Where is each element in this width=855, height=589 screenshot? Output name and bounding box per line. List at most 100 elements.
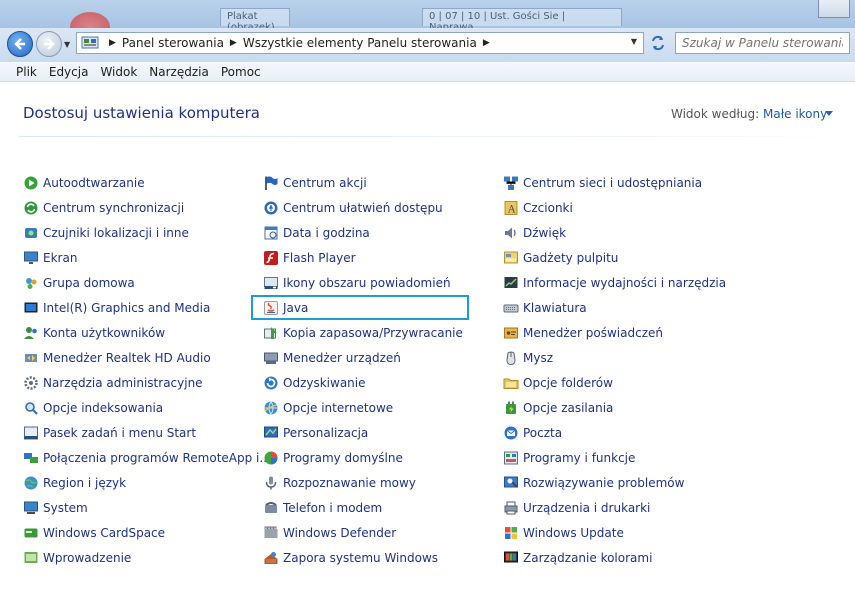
forward-button[interactable] bbox=[36, 31, 62, 57]
firewall-icon bbox=[263, 550, 279, 566]
region-language-icon bbox=[23, 475, 39, 491]
breadcrumb-control-panel[interactable]: Panel sterowania bbox=[122, 36, 224, 50]
control-panel-item[interactable]: Opcje indeksowania bbox=[23, 395, 271, 420]
control-panel-item[interactable]: Intel(R) Graphics and Media bbox=[23, 295, 271, 320]
control-panel-item[interactable]: A Czcionki bbox=[503, 195, 726, 220]
chevron-down-icon[interactable] bbox=[825, 111, 833, 116]
control-panel-item-label: Windows Update bbox=[523, 525, 624, 540]
control-panel-item[interactable]: Ekran bbox=[23, 245, 271, 270]
control-panel-item-label: Opcje folderów bbox=[523, 375, 613, 390]
control-panel-item[interactable]: Centrum sieci i udostępniania bbox=[503, 170, 726, 195]
control-panel-item[interactable]: Mysz bbox=[503, 345, 726, 370]
back-button[interactable] bbox=[7, 31, 33, 57]
control-panel-item[interactable]: Centrum ułatwień dostępu bbox=[263, 195, 463, 220]
control-panel-item[interactable]: Programy i funkcje bbox=[503, 445, 726, 470]
control-panel-item[interactable]: Urządzenia i drukarki bbox=[503, 495, 726, 520]
control-panel-item-label: Połączenia programów RemoteApp i... bbox=[43, 450, 271, 465]
control-panel-item-label: Opcje internetowe bbox=[283, 400, 394, 415]
control-panel-item[interactable]: Menedżer poświadczeń bbox=[503, 320, 726, 345]
control-panel-item[interactable]: Opcje internetowe bbox=[263, 395, 463, 420]
control-panel-item[interactable]: Zarządzanie kolorami bbox=[503, 545, 726, 570]
control-panel-item-label: Windows Defender bbox=[283, 525, 397, 540]
control-panel-item-label: Centrum synchronizacji bbox=[43, 200, 185, 215]
control-panel-item-label: Ekran bbox=[43, 250, 78, 265]
control-panel-item[interactable]: Konta użytkowników bbox=[23, 320, 271, 345]
control-panel-item[interactable]: Programy domyślne bbox=[263, 445, 463, 470]
system-icon bbox=[23, 500, 39, 516]
control-panel-item-label: Czcionki bbox=[523, 200, 573, 215]
control-panel-item[interactable]: Wprowadzenie bbox=[23, 545, 271, 570]
breadcrumb-all-items[interactable]: Wszystkie elementy Panelu sterowania bbox=[243, 36, 477, 50]
control-panel-item[interactable]: Autoodtwarzanie bbox=[23, 170, 271, 195]
control-panel-item[interactable]: Rozpoznawanie mowy bbox=[263, 470, 463, 495]
control-panel-item[interactable]: Region i język bbox=[23, 470, 271, 495]
control-panel-item[interactable]: System bbox=[23, 495, 271, 520]
page-title: Dostosuj ustawienia komputera bbox=[23, 104, 260, 122]
admin-tools-icon bbox=[23, 375, 39, 391]
breadcrumb-separator[interactable]: ▶ bbox=[109, 38, 116, 48]
keyboard-icon bbox=[503, 300, 519, 316]
control-panel-item[interactable]: Menedżer Realtek HD Audio bbox=[23, 345, 271, 370]
recent-pages-dropdown[interactable]: ▼ bbox=[64, 40, 70, 49]
control-panel-item[interactable]: Flash Player bbox=[263, 245, 463, 270]
address-bar[interactable]: ▶ Panel sterowania ▶ Wszystkie elementy … bbox=[76, 32, 644, 54]
menu-tools[interactable]: Narzędzia bbox=[143, 65, 215, 79]
items-column-1: Autoodtwarzanie Centrum synchronizacji Czu… bbox=[23, 170, 271, 570]
window-title-bar: Plakat (obrazek) 0 | 07 | 10 | Ust. Gośc… bbox=[0, 0, 855, 42]
control-panel-item[interactable]: Grupa domowa bbox=[23, 270, 271, 295]
control-panel-item[interactable]: Pasek zadań i menu Start bbox=[23, 420, 271, 445]
control-panel-item[interactable]: Windows Update bbox=[503, 520, 726, 545]
sound-icon bbox=[503, 225, 519, 241]
fonts-icon: A bbox=[503, 200, 519, 216]
breadcrumb-separator[interactable]: ▶ bbox=[230, 38, 237, 48]
menu-file[interactable]: Plik bbox=[10, 65, 43, 79]
location-sensor-icon bbox=[23, 225, 39, 241]
control-panel-item[interactable]: Kopia zapasowa/Przywracanie bbox=[263, 320, 463, 345]
control-panel-item[interactable]: Rozwiązywanie problemów bbox=[503, 470, 726, 495]
control-panel-item[interactable]: Windows CardSpace bbox=[23, 520, 271, 545]
control-panel-item[interactable]: Centrum synchronizacji bbox=[23, 195, 271, 220]
taskbar-icon bbox=[23, 425, 39, 441]
control-panel-item[interactable]: Czujniki lokalizacji i inne bbox=[23, 220, 271, 245]
menu-view[interactable]: Widok bbox=[94, 65, 143, 79]
folder-options-icon bbox=[503, 375, 519, 391]
control-panel-item-label: Czujniki lokalizacji i inne bbox=[43, 225, 189, 240]
getting-started-icon bbox=[23, 550, 39, 566]
control-panel-item-label: Urządzenia i drukarki bbox=[523, 500, 651, 515]
control-panel-item[interactable]: Odzyskiwanie bbox=[263, 370, 463, 395]
control-panel-item[interactable]: Data i godzina bbox=[263, 220, 463, 245]
control-panel-item-label: Flash Player bbox=[283, 250, 356, 265]
menu-help[interactable]: Pomoc bbox=[215, 65, 267, 79]
menu-edit[interactable]: Edycja bbox=[43, 65, 95, 79]
control-panel-item[interactable]: Gadżety pulpitu bbox=[503, 245, 726, 270]
search-input[interactable] bbox=[675, 32, 850, 54]
control-panel-item[interactable]: Personalizacja bbox=[263, 420, 463, 445]
control-panel-item-label: Data i godzina bbox=[283, 225, 370, 240]
control-panel-item-label: Opcje indeksowania bbox=[43, 400, 164, 415]
control-panel-item[interactable]: Klawiatura bbox=[503, 295, 726, 320]
recovery-icon bbox=[263, 375, 279, 391]
refresh-button[interactable] bbox=[647, 32, 669, 54]
control-panel-item[interactable]: Opcje folderów bbox=[503, 370, 726, 395]
control-panel-item[interactable]: Opcje zasilania bbox=[503, 395, 726, 420]
homegroup-icon bbox=[23, 275, 39, 291]
control-panel-item[interactable]: Telefon i modem bbox=[263, 495, 463, 520]
control-panel-item[interactable]: Połączenia programów RemoteApp i... bbox=[23, 445, 271, 470]
control-panel-item[interactable]: Centrum akcji bbox=[263, 170, 463, 195]
control-panel-item[interactable]: Dźwięk bbox=[503, 220, 726, 245]
address-history-dropdown[interactable]: ▼ bbox=[631, 37, 637, 46]
control-panel-item[interactable]: Zapora systemu Windows bbox=[263, 545, 463, 570]
control-panel-item[interactable]: Java bbox=[251, 295, 469, 320]
control-panel-item[interactable]: Windows Defender bbox=[263, 520, 463, 545]
control-panel-item[interactable]: Menedżer urządzeń bbox=[263, 345, 463, 370]
control-panel-item-label: Gadżety pulpitu bbox=[523, 250, 619, 265]
control-panel-item-label: Windows CardSpace bbox=[43, 525, 166, 540]
breadcrumb-separator[interactable]: ▶ bbox=[483, 38, 490, 48]
window-control-button[interactable] bbox=[818, 0, 850, 18]
control-panel-item[interactable]: Ikony obszaru powiadomień bbox=[263, 270, 463, 295]
control-panel-item-label: Region i język bbox=[43, 475, 127, 490]
control-panel-item[interactable]: Poczta bbox=[503, 420, 726, 445]
control-panel-item[interactable]: Informacje wydajności i narzędzia bbox=[503, 270, 726, 295]
control-panel-item[interactable]: Narzędzia administracyjne bbox=[23, 370, 271, 395]
view-mode-dropdown[interactable]: Małe ikony bbox=[763, 107, 827, 121]
